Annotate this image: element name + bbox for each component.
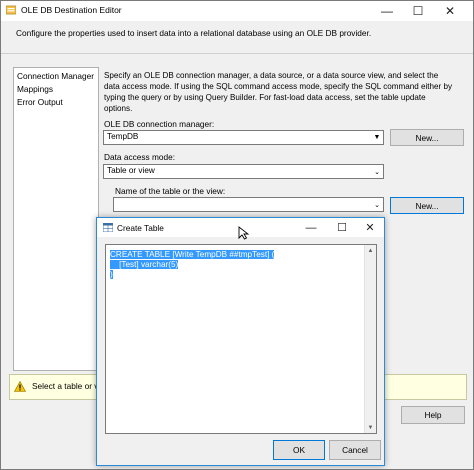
main-window-title: OLE DB Destination Editor [21,5,122,15]
main-maximize-button[interactable]: ☐ [403,1,433,21]
editor-description: Configure the properties used to insert … [16,28,372,38]
maximize-icon: ☐ [412,4,424,18]
table-icon [103,223,113,232]
sql-line: [Test] varchar(5) [110,260,179,269]
chevron-down-icon: ▼ [373,134,381,141]
main-titlebar[interactable]: OLE DB Destination Editor — ☐ ✕ [1,1,473,21]
help-label: Help [424,410,442,420]
scroll-down-icon[interactable]: ▼ [365,422,376,433]
data-access-mode-select[interactable]: Table or view ⌄ [103,164,384,179]
maximize-icon: ☐ [337,222,347,234]
new-connection-button[interactable]: New... [390,129,464,146]
nav-item-connection-manager[interactable]: Connection Manager [17,71,94,81]
dialog-maximize-button[interactable]: ☐ [327,218,357,237]
new-table-button[interactable]: New... [390,197,464,214]
connection-manager-label: OLE DB connection manager: [104,119,215,129]
nav-item-mappings[interactable]: Mappings [17,84,53,94]
main-minimize-button[interactable]: — [372,1,402,21]
ok-label: OK [293,445,305,455]
mouse-cursor-icon [238,226,250,240]
warning-icon [14,381,26,392]
ok-button[interactable]: OK [273,440,325,460]
minimize-icon: — [305,221,317,234]
new-table-label: New... [415,200,439,211]
sql-scrollbar[interactable]: ▲ ▼ [364,245,376,433]
close-icon: ✕ [444,4,456,18]
close-icon: ✕ [365,222,375,234]
sql-text: CREATE TABLE [Write TempDB ##tmpTest] ( … [110,250,275,280]
connection-manager-value: TempDB [107,132,139,141]
dialog-minimize-button[interactable]: — [296,218,326,237]
table-name-select[interactable]: ⌄ [113,197,384,212]
section-description: Specify an OLE DB connection manager, a … [104,71,453,113]
table-name-label: Name of the table or the view: [115,186,226,196]
sql-line: CREATE TABLE [Write TempDB ##tmpTest] ( [110,250,275,259]
nav-item-error-output[interactable]: Error Output [17,97,63,107]
dialog-close-button[interactable]: ✕ [355,218,385,237]
cancel-button[interactable]: Cancel [329,440,381,460]
data-access-mode-value: Table or view [107,166,155,175]
header-divider [1,53,473,54]
help-button[interactable]: Help [401,406,465,424]
sql-editor[interactable]: CREATE TABLE [Write TempDB ##tmpTest] ( … [105,244,377,434]
app-icon [6,5,16,15]
scroll-up-icon[interactable]: ▲ [365,245,376,256]
minimize-icon: — [381,4,393,18]
dialog-title: Create Table [117,223,164,233]
sql-line: ) [110,270,113,279]
data-access-mode-label: Data access mode: [104,152,176,162]
new-connection-label: New... [415,132,439,143]
chevron-down-icon: ⌄ [374,168,380,176]
nav-panel: Connection Manager Mappings Error Output [13,67,99,371]
chevron-down-icon: ⌄ [374,201,380,209]
create-table-dialog: Create Table — ☐ ✕ CREATE TABLE [Write T… [96,217,385,466]
main-close-button[interactable]: ✕ [435,1,465,21]
connection-manager-select[interactable]: TempDB ▼ [103,130,384,145]
cancel-label: Cancel [342,445,368,455]
